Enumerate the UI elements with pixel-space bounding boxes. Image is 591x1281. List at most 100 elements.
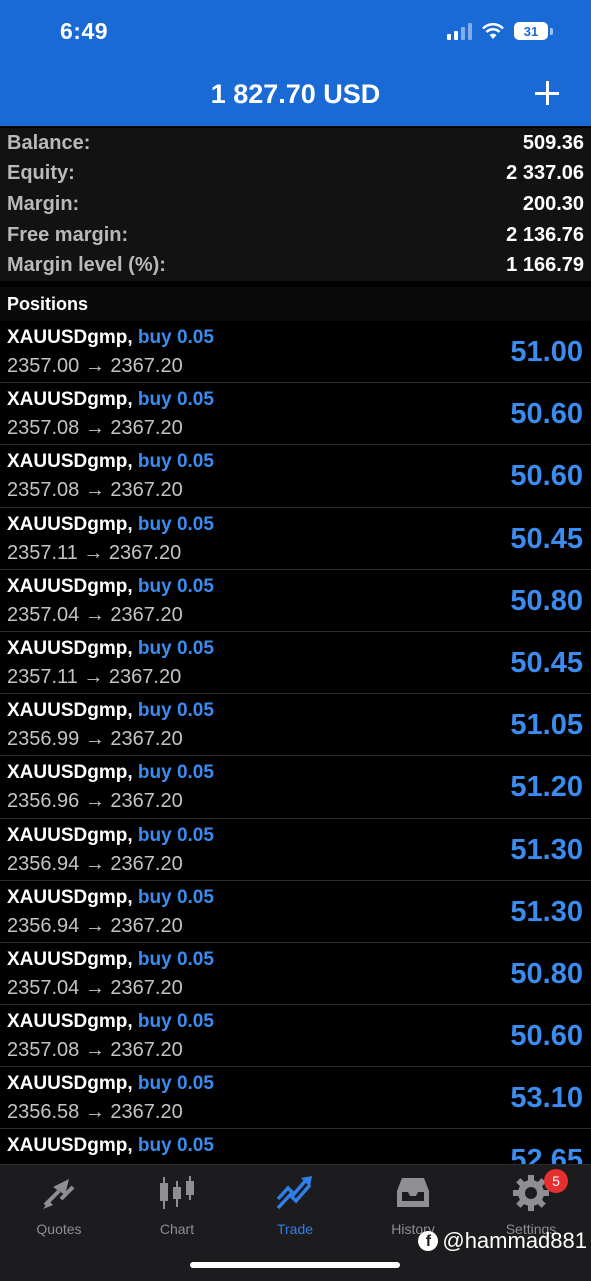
summary-label: Balance:	[7, 131, 91, 154]
signal-icon	[447, 22, 472, 40]
position-prices: 2357.08 → 2367.20	[7, 417, 183, 440]
position-profit: 52.65	[510, 1144, 583, 1164]
position-row[interactable]: XAUUSDgmp, buy 0.05 2357.00 → 2367.20 51…	[0, 321, 591, 384]
summary-row-balance: Balance: 509.36	[0, 128, 591, 159]
summary-value: 1 166.79	[506, 254, 584, 277]
position-symbol: XAUUSDgmp,	[7, 1073, 133, 1095]
summary-value: 2 337.06	[506, 162, 584, 185]
summary-row-margin-level: Margin level (%): 1 166.79	[0, 250, 591, 281]
position-profit: 50.60	[510, 1020, 583, 1053]
position-side: buy 0.05	[137, 575, 214, 597]
home-indicator	[190, 1262, 400, 1268]
position-prices: 2356.94 → 2367.20	[7, 914, 183, 937]
position-profit: 50.60	[510, 398, 583, 431]
account-total-title: 1 827.70 USD	[210, 79, 381, 109]
position-symbol: XAUUSDgmp,	[7, 762, 133, 784]
trade-trend-icon	[236, 1173, 354, 1213]
position-symbol: XAUUSDgmp,	[7, 389, 133, 411]
position-profit: 51.05	[510, 709, 583, 742]
position-profit: 50.80	[510, 957, 583, 990]
position-row[interactable]: XAUUSDgmp, buy 0.05 2357.04 → 2367.20 50…	[0, 570, 591, 632]
summary-row-equity: Equity: 2 337.06	[0, 159, 591, 190]
tab-label: Trade	[276, 1221, 314, 1237]
tab-label: Quotes	[36, 1221, 82, 1237]
position-symbol: XAUUSDgmp,	[7, 1011, 133, 1033]
summary-value: 2 136.76	[506, 223, 584, 246]
position-prices: 2356.94 → 2367.20	[7, 852, 183, 875]
position-prices: 2356.96 → 2367.20	[7, 790, 183, 813]
position-side: buy 0.05	[137, 451, 214, 473]
notification-badge: 5	[544, 1169, 568, 1193]
gear-icon	[472, 1173, 590, 1213]
battery-tip	[550, 27, 553, 35]
position-prices: 2356.99 → 2367.20	[7, 728, 183, 751]
position-profit: 51.30	[510, 895, 583, 928]
position-side: buy 0.05	[137, 824, 214, 846]
summary-row-free-margin: Free margin: 2 136.76	[0, 220, 591, 251]
position-row[interactable]: XAUUSDgmp, buy 0.05 2357.08 → 2367.20 50…	[0, 383, 591, 446]
add-order-button[interactable]	[533, 79, 561, 107]
tab-chart[interactable]: Chart	[118, 1173, 236, 1237]
quotes-arrows-icon	[0, 1173, 118, 1213]
position-side: buy 0.05	[137, 327, 214, 348]
tab-quotes[interactable]: Quotes	[0, 1173, 118, 1237]
position-profit: 51.30	[510, 833, 583, 866]
position-prices: 2357.11 → 2367.20	[7, 665, 182, 688]
position-row[interactable]: XAUUSDgmp, buy 0.05 2357.04 → 2367.20 50…	[0, 943, 591, 1006]
summary-value: 509.36	[522, 131, 584, 154]
position-prices: 2357.04 → 2367.20	[7, 603, 183, 626]
position-side: buy 0.05	[137, 762, 214, 784]
summary-value: 200.30	[522, 192, 584, 215]
facebook-icon: f	[418, 1231, 439, 1251]
position-prices: 2356.58 → 2367.20	[7, 1101, 183, 1124]
position-symbol: XAUUSDgmp,	[7, 948, 133, 970]
position-row[interactable]: XAUUSDgmp, buy 0.05 2356.94 → 2367.20 51…	[0, 819, 591, 881]
position-row[interactable]: XAUUSDgmp, buy 0.05 2356.58 → 2367.20 53…	[0, 1067, 591, 1130]
summary-label: Margin level (%):	[7, 254, 166, 277]
summary-row-margin: Margin: 200.30	[0, 189, 591, 220]
position-row[interactable]: XAUUSDgmp, buy 0.05 2356.96 → 2367.20 51…	[0, 756, 591, 819]
position-row[interactable]: XAUUSDgmp, buy 0.05 2357.11 → 2367.20 50…	[0, 632, 591, 695]
candlestick-chart-icon	[118, 1173, 236, 1213]
wifi-icon	[482, 22, 504, 40]
summary-label: Equity:	[7, 162, 75, 185]
position-row[interactable]: XAUUSDgmp, buy 0.05 2356.94 → 2367.20 51…	[0, 881, 591, 943]
position-side: buy 0.05	[137, 886, 214, 908]
position-side: buy 0.05	[137, 389, 214, 411]
position-profit: 51.20	[510, 771, 583, 804]
position-profit: 50.60	[510, 460, 583, 493]
position-row[interactable]: XAUUSDgmp, buy 0.05 2357.08 → 2367.20 50…	[0, 1005, 591, 1068]
position-prices: 2357.04 → 2367.20	[7, 976, 183, 999]
position-profit: 50.80	[510, 584, 583, 617]
tab-label: Chart	[159, 1221, 195, 1237]
position-symbol: XAUUSDgmp,	[7, 824, 133, 846]
watermark: f @hammad881	[418, 1228, 587, 1254]
position-row[interactable]: XAUUSDgmp, buy 0.05 2357.08 → 2367.20 50…	[0, 445, 591, 508]
position-row[interactable]: XAUUSDgmp, buy 0.05 52.65	[0, 1129, 591, 1164]
summary-label: Free margin:	[7, 223, 129, 246]
history-inbox-icon	[354, 1173, 472, 1213]
account-summary: Balance: 509.36 Equity: 2 337.06 Margin:…	[0, 128, 591, 281]
watermark-text: @hammad881	[442, 1228, 587, 1253]
position-side: buy 0.05	[137, 1073, 214, 1095]
position-side: buy 0.05	[137, 513, 214, 535]
position-side: buy 0.05	[137, 1011, 214, 1033]
position-side: buy 0.05	[137, 637, 214, 659]
position-row[interactable]: XAUUSDgmp, buy 0.05 2356.99 → 2367.20 51…	[0, 694, 591, 757]
position-symbol: XAUUSDgmp,	[7, 1135, 133, 1157]
position-symbol: XAUUSDgmp,	[7, 575, 133, 597]
position-symbol: XAUUSDgmp,	[7, 451, 133, 473]
position-symbol: XAUUSDgmp,	[7, 700, 133, 722]
battery-icon: 31	[514, 22, 548, 40]
positions-list: XAUUSDgmp, buy 0.05 2357.00 → 2367.20 51…	[0, 321, 591, 1164]
position-profit: 53.10	[510, 1082, 583, 1115]
header-bar: 6:49 31 1 827.70 USD	[0, 0, 591, 126]
status-time: 6:49	[60, 18, 109, 44]
position-symbol: XAUUSDgmp,	[7, 513, 133, 535]
status-icons: 31	[447, 22, 553, 40]
position-symbol: XAUUSDgmp,	[7, 637, 133, 659]
position-profit: 50.45	[510, 522, 583, 555]
position-prices: 2357.08 → 2367.20	[7, 479, 183, 502]
position-row[interactable]: XAUUSDgmp, buy 0.05 2357.11 → 2367.20 50…	[0, 508, 591, 570]
tab-trade[interactable]: Trade	[236, 1173, 354, 1237]
